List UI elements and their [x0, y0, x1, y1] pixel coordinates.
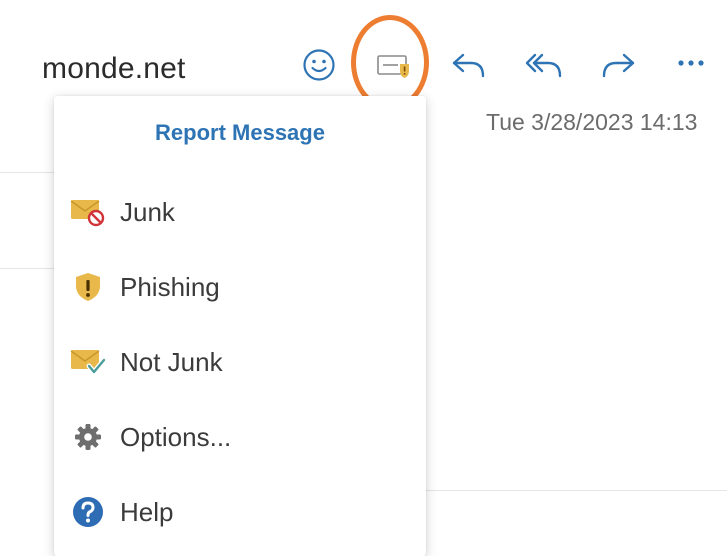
- message-timestamp: Tue 3/28/2023 14:13: [486, 109, 698, 135]
- menu-item-label: Junk: [120, 196, 175, 227]
- reply-all-icon: [525, 53, 562, 78]
- reply-icon: [452, 53, 485, 78]
- report-icon: [377, 55, 409, 78]
- menu-item-label: Not Junk: [120, 346, 223, 377]
- menu-title: Report Message: [155, 120, 325, 145]
- menu-item-not-junk[interactable]: Not Junk: [54, 331, 426, 393]
- menu-item-options[interactable]: Options...: [54, 406, 426, 468]
- menu-item-help[interactable]: Help: [54, 481, 426, 543]
- gear-icon: [68, 423, 108, 451]
- menu-item-phishing[interactable]: Phishing: [54, 256, 426, 318]
- ellipsis-icon: [678, 60, 704, 66]
- menu-item-label: Phishing: [120, 271, 220, 302]
- background-divider: [0, 268, 54, 269]
- smiley-icon: [303, 49, 335, 81]
- background-divider: [426, 490, 727, 491]
- reply-button[interactable]: [451, 50, 487, 80]
- background-divider: [0, 172, 54, 173]
- junk-envelope-icon: [68, 197, 108, 227]
- menu-item-label: Options...: [120, 421, 232, 452]
- phishing-shield-icon: [68, 271, 108, 303]
- menu-item-junk[interactable]: Junk: [54, 181, 426, 243]
- forward-button[interactable]: [600, 50, 636, 80]
- report-message-button[interactable]: [376, 52, 412, 80]
- emoji-reaction-button[interactable]: [302, 48, 336, 82]
- sender-name: monde.net: [42, 52, 186, 85]
- forward-icon: [602, 53, 635, 78]
- more-actions-button[interactable]: [676, 58, 710, 68]
- reply-all-button[interactable]: [524, 50, 564, 80]
- not-junk-envelope-icon: [68, 347, 108, 377]
- help-icon: [68, 495, 108, 529]
- menu-item-label: Help: [120, 496, 174, 527]
- report-message-menu: Report Message Junk Phishing Not Junk Op…: [54, 96, 426, 556]
